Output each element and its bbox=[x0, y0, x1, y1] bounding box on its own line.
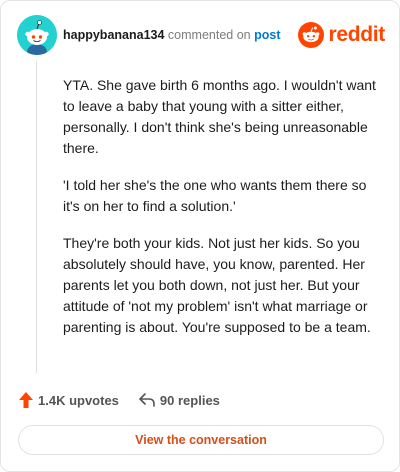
upvote-count: 1.4K upvotes bbox=[38, 392, 119, 408]
reddit-logo-icon bbox=[298, 22, 325, 48]
reply-count: 90 replies bbox=[159, 392, 220, 408]
post-link[interactable]: post bbox=[254, 28, 280, 42]
brand-wordmark: reddit bbox=[328, 23, 385, 46]
view-conversation-label: View the conversation bbox=[135, 433, 267, 447]
thread-line bbox=[36, 61, 37, 373]
comment-paragraph: They're both your kids. Not just her kid… bbox=[63, 235, 371, 335]
reddit-brand[interactable]: reddit bbox=[298, 21, 385, 49]
comment-paragraph: YTA. She gave birth 6 months ago. I woul… bbox=[63, 77, 376, 156]
action-text: commented on bbox=[167, 28, 251, 42]
comment-header: happybanana134 commented on post reddit bbox=[17, 15, 385, 55]
comment-actions: 1.4K upvotes 90 replies bbox=[19, 389, 240, 411]
snoo-avatar-icon[interactable] bbox=[17, 15, 57, 55]
username-link[interactable]: happybanana134 bbox=[63, 28, 164, 42]
upvote-button[interactable]: 1.4K upvotes bbox=[19, 392, 119, 408]
replies-button[interactable]: 90 replies bbox=[139, 393, 220, 408]
comment-meta: happybanana134 commented on post bbox=[63, 28, 280, 42]
view-conversation-button[interactable]: View the conversation bbox=[18, 425, 384, 455]
comment-card: happybanana134 commented on post reddit … bbox=[0, 0, 400, 472]
reply-arrow-icon bbox=[139, 393, 155, 407]
comment-body: YTA. She gave birth 6 months ago. I woul… bbox=[63, 75, 383, 354]
comment-paragraph: 'I told her she's the one who wants them… bbox=[63, 177, 367, 214]
upvote-arrow-icon bbox=[19, 392, 33, 408]
